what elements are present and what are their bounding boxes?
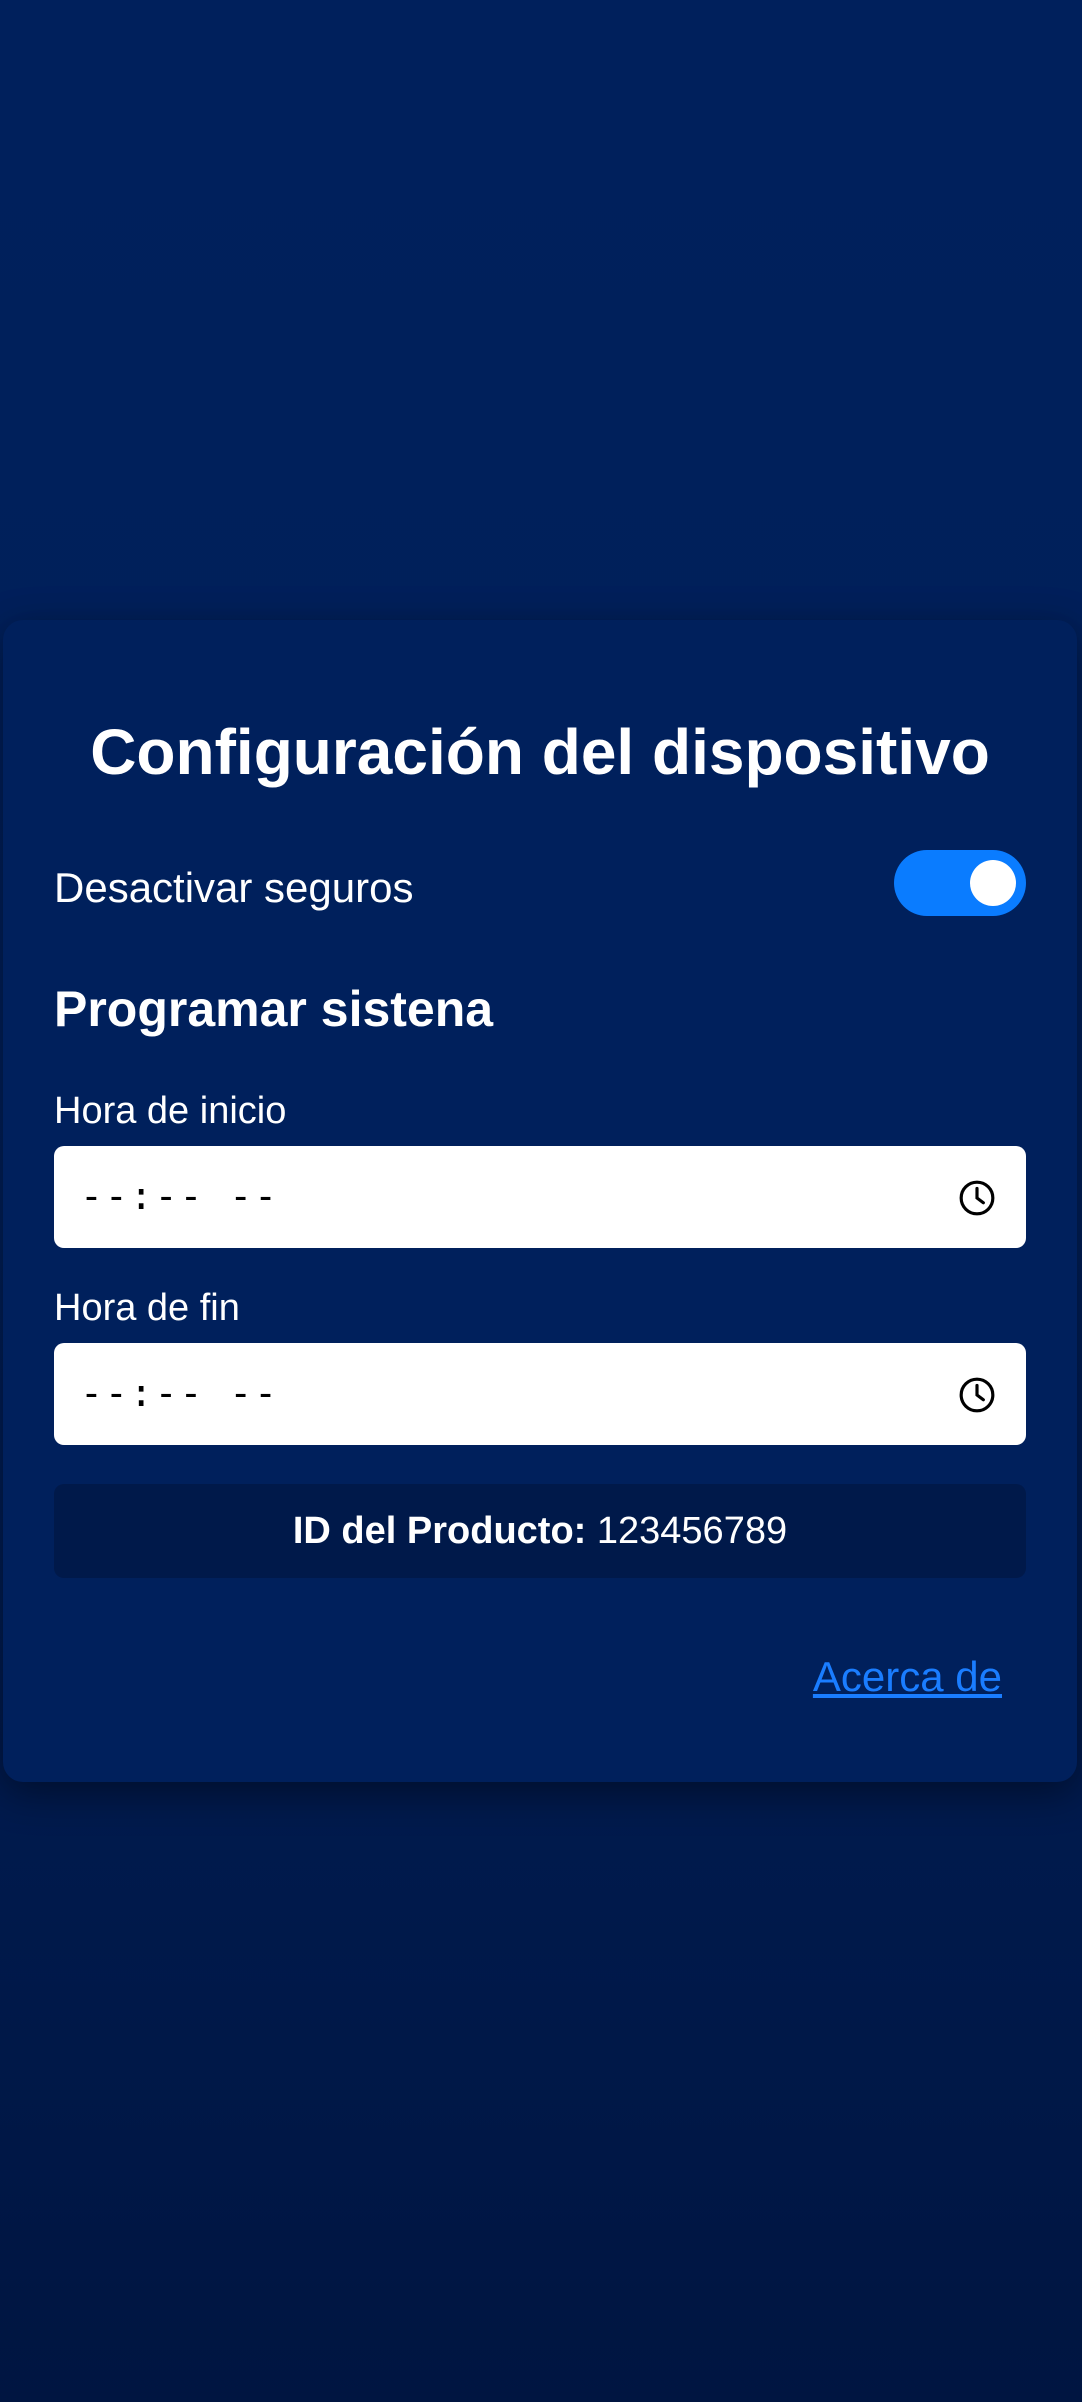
product-id-value: 123456789 <box>596 1510 788 1552</box>
start-time-label: Hora de inicio <box>54 1090 287 1132</box>
toggle-label: Desactivar seguros <box>54 864 414 911</box>
start-time-input[interactable]: --:-- -- <box>54 1146 1026 1248</box>
start-time-value: --:-- -- <box>80 1174 280 1218</box>
settings-card: Configuración del dispositivo Desactivar… <box>3 620 1077 1782</box>
clock-icon[interactable] <box>958 1376 996 1414</box>
clock-icon[interactable] <box>958 1179 996 1217</box>
page-title: Configuración del dispositivo <box>90 716 990 788</box>
about-link[interactable]: Acerca de <box>813 1653 1002 1701</box>
toggle-knob <box>970 860 1016 906</box>
product-id-box: ID del Producto: 123456789 <box>54 1484 1026 1578</box>
end-time-label: Hora de fin <box>54 1287 240 1329</box>
toggle-row: Desactivar seguros <box>54 850 1026 916</box>
end-time-value: --:-- -- <box>80 1371 280 1415</box>
product-id-label: ID del Producto: <box>292 1510 587 1552</box>
end-time-input[interactable]: --:-- -- <box>54 1343 1026 1445</box>
disable-locks-toggle[interactable] <box>894 850 1026 916</box>
schedule-title: Programar sistena <box>54 981 494 1037</box>
